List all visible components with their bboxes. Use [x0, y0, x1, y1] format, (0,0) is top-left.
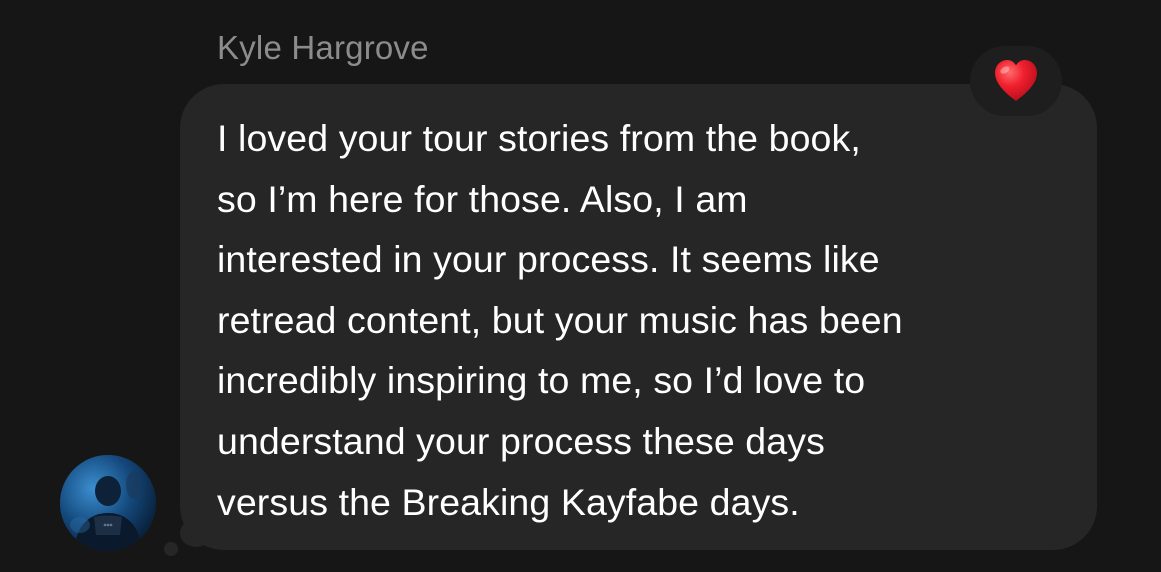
user-avatar: ***: [60, 455, 156, 551]
sender-name: Kyle Hargrove: [217, 29, 429, 66]
message-line: I loved your tour stories from the book,: [217, 117, 861, 159]
message-bubble[interactable]: I loved your tour stories from the book,…: [180, 84, 1097, 550]
sender-avatar[interactable]: ***: [60, 455, 156, 551]
message-line: understand your process these days: [217, 419, 825, 462]
reaction-badge[interactable]: [970, 46, 1062, 116]
red-heart-icon: [995, 60, 1037, 101]
message-line: so I’m here for those. Also, I am: [217, 177, 748, 220]
bubble-tail-dot: [180, 519, 212, 547]
message-line: versus the Breaking Kayfabe days.: [217, 480, 800, 523]
svg-text:***: ***: [104, 523, 113, 530]
message-line: retread content, but your music has been: [217, 298, 903, 341]
message-thread: Kyle Hargrove I loved your tour stories …: [0, 0, 1161, 572]
message-line: interested in your process. It seems lik…: [217, 238, 880, 281]
bubble-tail-dot-small: [164, 542, 178, 556]
message-line: incredibly inspiring to me, so I’d love …: [217, 359, 866, 402]
message-text: I loved your tour stories from the book,…: [217, 108, 1073, 532]
